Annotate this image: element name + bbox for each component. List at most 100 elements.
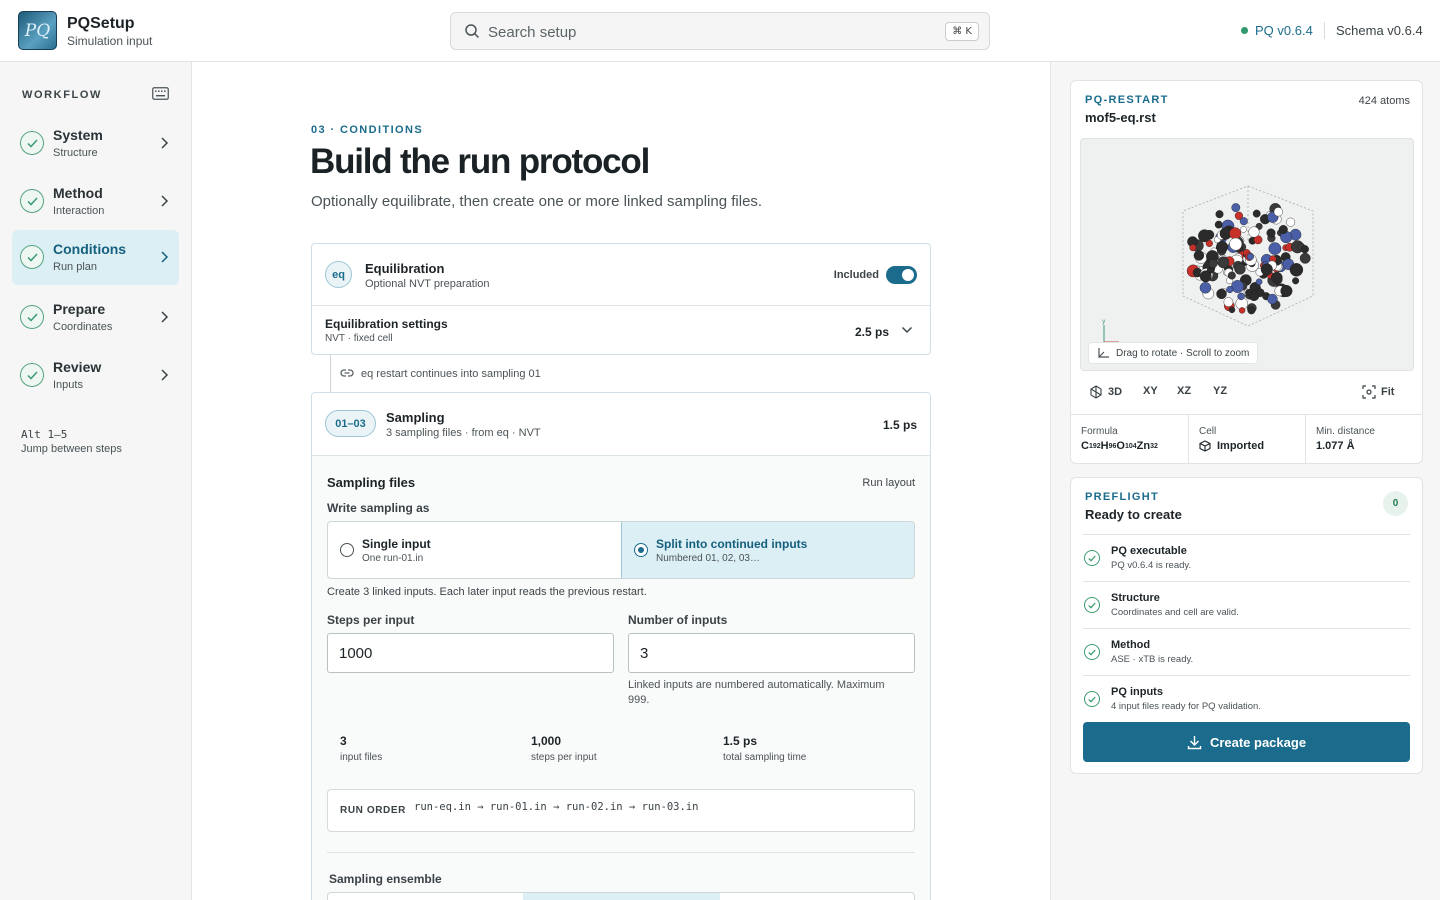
atom [1240,226,1247,233]
stat-value: 3 [340,734,347,748]
preflight-item: PQ executable PQ v0.6.4 is ready. [1083,534,1410,581]
atom [1273,207,1283,217]
step-subtitle: Coordinates [53,321,113,333]
atom [1214,220,1223,229]
ensemble-title: Sampling ensemble [329,872,442,886]
atom [1199,282,1212,294]
option-split-inputs[interactable]: Split into continued inputs Numbered 01,… [621,522,914,578]
atom [1198,229,1211,243]
atom [1216,288,1227,300]
element-symbol: C [1081,440,1089,452]
axis-label-y: y [1102,318,1106,325]
atom [1231,280,1244,293]
atom [1267,293,1278,305]
atom [1286,217,1296,227]
option-subtitle: One run-01.in [362,553,424,564]
atom [1229,237,1243,251]
cell-cell: Cell Imported [1188,415,1305,464]
axis-drag-icon [1098,348,1109,358]
equilibration-toggle[interactable] [886,266,917,284]
divider [327,852,915,853]
atom [1193,250,1205,261]
steps-per-input-field[interactable] [327,633,614,673]
step-subtitle: Structure [53,147,98,159]
settings-title: Equilibration settings [325,317,448,331]
distance-label: Min. distance [1316,426,1375,437]
distance-value: 1.077 Å [1316,440,1355,452]
element-symbol: Zn [1136,440,1151,452]
atom [1238,307,1246,314]
item-desc: Coordinates and cell are valid. [1111,607,1239,618]
preflight-item: Method ASE · xTB is ready. [1083,628,1410,675]
step-title: Review [53,359,102,375]
status-dot-icon [1241,27,1248,34]
option-single-input[interactable]: Single input One run-01.in [328,522,622,578]
radio-button[interactable] [340,543,354,557]
cube-icon [1199,440,1211,452]
atom [1208,258,1218,268]
chevron-right-icon [161,137,169,149]
atom [1217,256,1230,269]
view-3d-button[interactable]: 3D [1089,385,1122,399]
search-input[interactable] [488,21,908,43]
app-subtitle: Simulation input [67,34,153,48]
settings-duration: 2.5 ps [854,325,889,339]
sidebar-item-method[interactable]: Method Interaction [12,174,179,229]
radio-button[interactable] [634,543,648,557]
sampling-subtitle: 3 sampling files · from eq · NVT [386,427,541,439]
sampling-duration: 1.5 ps [882,418,917,432]
check-icon [20,131,44,155]
element-symbol: O [1116,440,1125,452]
atom [1278,225,1288,235]
atom [1231,203,1241,213]
keyboard-icon[interactable] [152,87,169,100]
link-icon [340,369,354,377]
step-title: Prepare [53,301,106,317]
sidebar-item-review[interactable]: Review Inputs [12,348,179,403]
view-xz-button[interactable]: XZ [1177,385,1191,397]
item-desc: ASE · xTB is ready. [1111,654,1194,665]
number-of-inputs-field[interactable] [628,633,915,673]
view-toolbar: 3D XY XZ YZ Fit [1080,385,1414,405]
preflight-card: PREFLIGHT Ready to create 0 PQ executabl… [1070,477,1423,774]
chevron-down-icon[interactable] [901,325,913,335]
create-package-label: Create package [1209,734,1307,750]
sidebar: WORKFLOW System Structure Method Interac… [0,62,192,900]
search-box[interactable]: ⌘ K [450,12,990,50]
stat-value: 1,000 [531,734,562,748]
view-label: XY [1143,385,1158,397]
stat-value: 1.5 ps [723,734,758,748]
structure-viewer[interactable]: y Drag to rotate · Scroll to zoom [1080,138,1414,371]
rotate-3d-icon [1090,385,1102,399]
app-logo: PQ [18,11,57,50]
ensemble-selector[interactable] [327,892,915,900]
atom [1299,252,1311,264]
molecule-render [1182,185,1314,327]
sidebar-item-system[interactable]: System Structure [12,116,179,171]
step-title: Conditions [53,241,127,257]
view-xy-button[interactable]: XY [1143,385,1158,397]
step-title: Method [53,185,103,201]
ensemble-option-selected[interactable] [523,893,720,900]
page-description: Optionally equilibrate, then create one … [311,193,763,210]
option-subtitle: Numbered 01, 02, 03… [656,553,760,564]
stat-label: input files [340,752,383,763]
run-layout-link[interactable]: Run layout [862,477,915,489]
view-yz-button[interactable]: YZ [1213,385,1227,397]
write-mode-selector: Single input One run-01.in Split into co… [327,521,915,579]
atom [1248,226,1260,238]
sidebar-item-conditions[interactable]: Conditions Run plan [12,230,179,285]
restart-eyebrow: PQ-RESTART [1085,94,1169,106]
create-package-button[interactable]: Create package [1083,722,1410,762]
check-icon [20,189,44,213]
atom [1292,277,1300,285]
shortcut-hint-text: Jump between steps [21,443,122,455]
formula-value: C 192 H 96 O 104 Zn 32 [1081,440,1158,452]
create-note: Create 3 linked inputs. Each later input… [327,586,647,598]
inputs-label: Number of inputs [628,613,728,627]
sidebar-item-prepare[interactable]: Prepare Coordinates [12,290,179,345]
atom [1252,209,1261,218]
issue-count-badge: 0 [1383,491,1408,516]
atom [1271,271,1283,284]
fit-button[interactable]: Fit [1362,385,1394,399]
